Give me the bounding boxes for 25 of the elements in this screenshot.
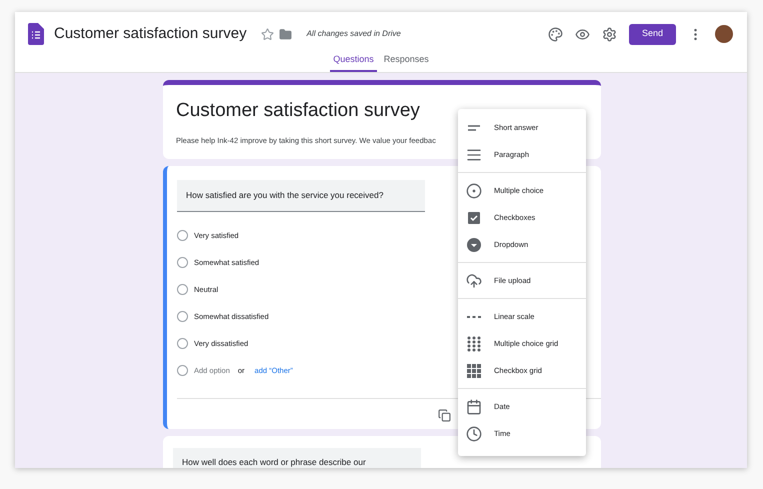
tab[interactable]: Responses [380,52,432,72]
send-button[interactable]: Send [629,24,676,44]
clock-icon [466,426,482,442]
avatar[interactable] [715,25,733,43]
tab[interactable]: Questions [330,52,377,72]
save-status: All changes saved in Drive [306,28,401,40]
settings-icon[interactable] [602,26,617,42]
form-title[interactable]: Customer satisfaction survey [176,97,588,126]
checkbox-icon [466,210,482,226]
forms-logo-icon[interactable] [28,23,44,45]
cloud-upload-icon [466,272,482,288]
calendar-icon [466,398,482,414]
square-grid-icon [466,362,482,378]
question-input[interactable]: How satisfied are you with the service you received? [177,180,425,212]
question-input[interactable]: How well does each word or phrase describe our [173,448,421,468]
duplicate-icon[interactable] [438,409,451,422]
document-title[interactable]: Customer satisfaction survey [54,22,247,46]
palette-icon[interactable] [548,26,563,42]
star-icon[interactable] [260,28,274,40]
eye-icon[interactable] [575,26,590,42]
dot-grid-icon [466,336,482,352]
dropdown-circle-icon [466,236,482,252]
folder-icon[interactable] [278,28,292,40]
radio-icon [466,182,482,198]
paragraph-lines-icon [466,146,482,162]
